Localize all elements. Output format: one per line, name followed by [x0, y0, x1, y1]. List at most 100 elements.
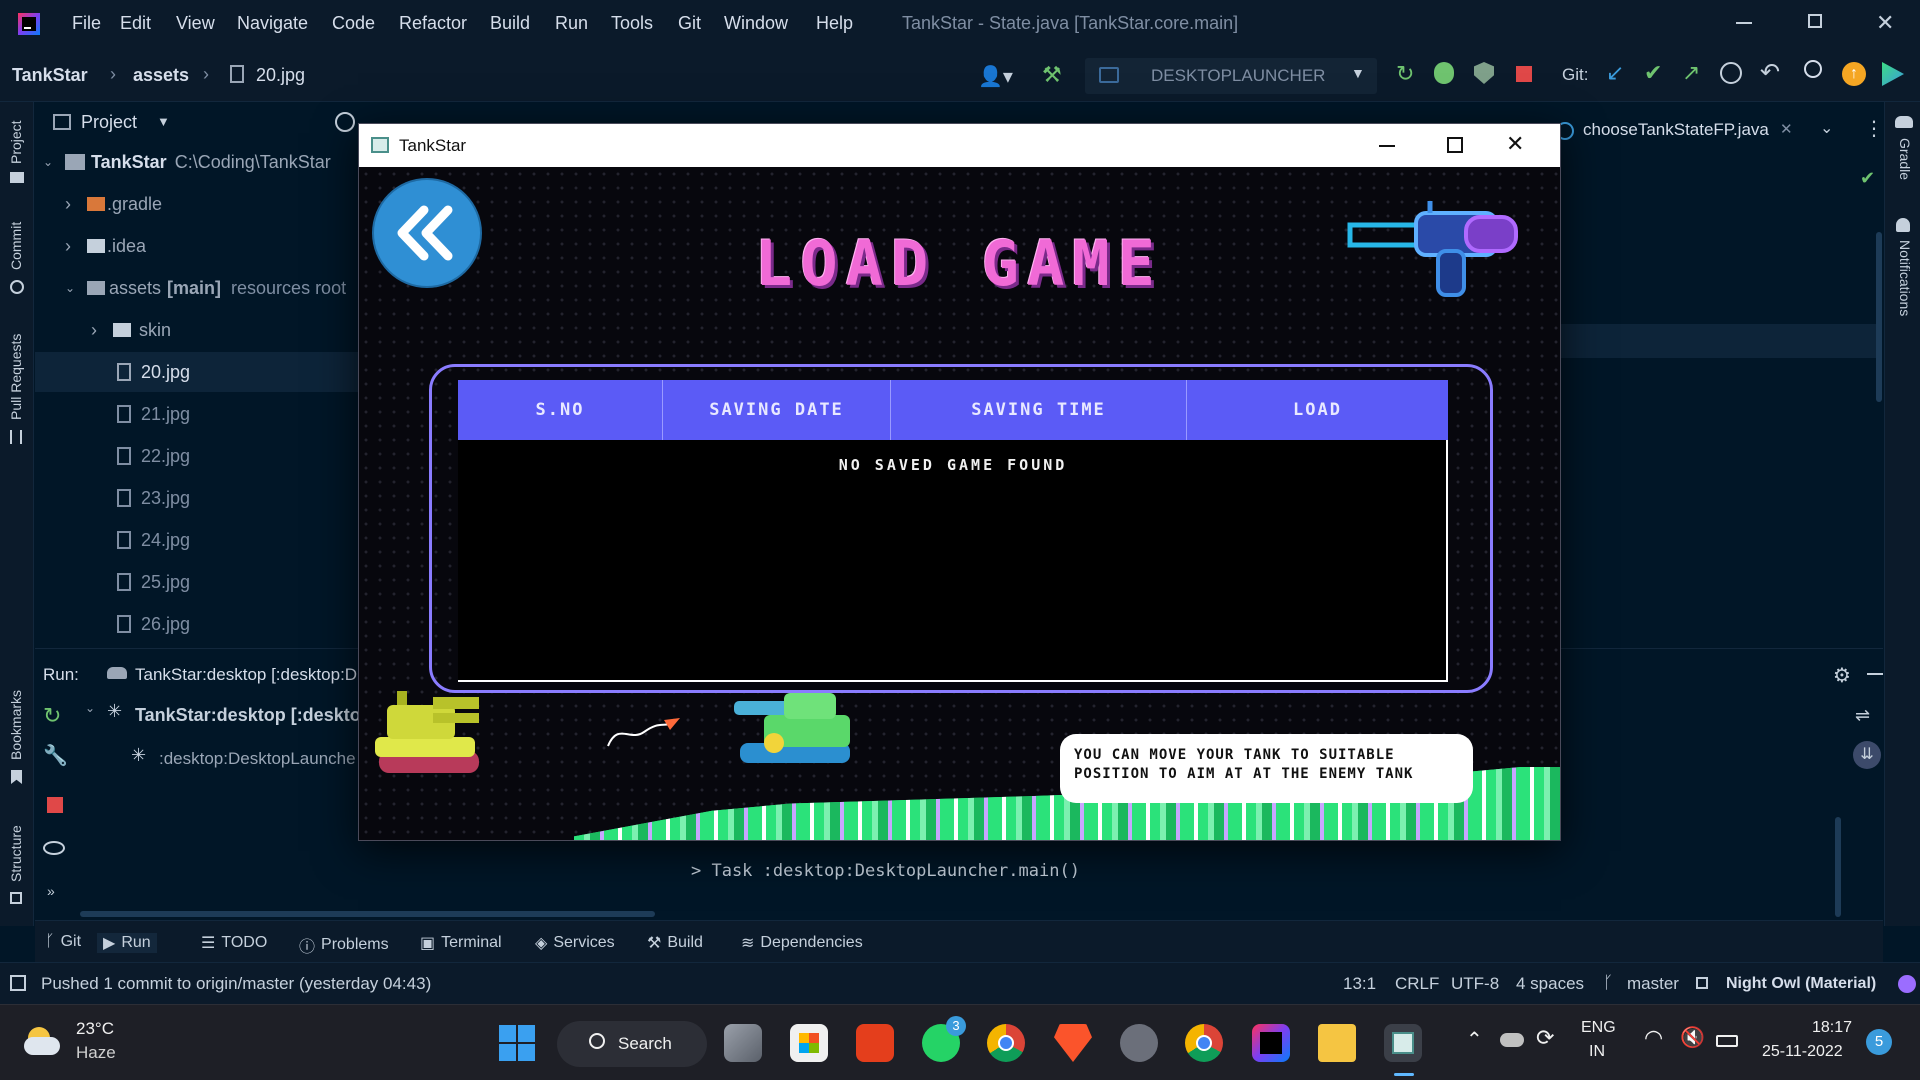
chevron-down-icon[interactable]: ▼ — [157, 114, 170, 129]
tankstar-taskbar-icon[interactable] — [1384, 1024, 1422, 1062]
breadcrumb-folder[interactable]: assets — [133, 65, 189, 86]
clock-date[interactable]: 25-11-2022 — [1762, 1043, 1843, 1061]
breadcrumb-project[interactable]: TankStar — [12, 65, 88, 86]
microsoft-store-icon[interactable] — [790, 1024, 828, 1062]
rerun-icon[interactable]: ↻ — [1396, 61, 1414, 87]
tree-item-file[interactable]: 25.jpg — [35, 562, 360, 602]
eye-icon[interactable] — [43, 841, 65, 855]
tree-item-assets[interactable]: ⌄ assets [main] resources root — [35, 268, 360, 308]
locate-target-icon[interactable] — [335, 112, 355, 132]
menu-edit[interactable]: Edit — [120, 13, 151, 34]
update-available-icon[interactable]: ↑ — [1842, 62, 1866, 86]
menu-code[interactable]: Code — [332, 13, 375, 34]
coverage-icon[interactable] — [1474, 62, 1494, 84]
lock-icon[interactable] — [1696, 977, 1708, 989]
tree-root[interactable]: ⌄ TankStar C:\Coding\TankStar — [35, 142, 360, 182]
battery-icon[interactable] — [1716, 1035, 1738, 1047]
menu-navigate[interactable]: Navigate — [237, 13, 308, 34]
weather-desc[interactable]: Haze — [76, 1043, 116, 1063]
volume-muted-icon[interactable]: 🔇 — [1680, 1025, 1705, 1050]
search-icon[interactable] — [1804, 60, 1822, 78]
whatsapp-icon[interactable]: 3 — [922, 1016, 966, 1062]
run-tree-scrollbar[interactable] — [80, 911, 655, 917]
tool-git[interactable]: ᚴ Git — [45, 933, 81, 951]
intellij-logo-icon[interactable] — [18, 13, 40, 35]
menu-run[interactable]: Run — [555, 13, 588, 34]
tool-todo[interactable]: ☰ TODO — [201, 933, 267, 953]
close-window-button[interactable]: ✕ — [1506, 131, 1524, 157]
wrench-icon[interactable]: 🔧 — [43, 743, 68, 768]
run-config-select[interactable]: DESKTOPLAUNCHER ▼ — [1085, 58, 1377, 94]
office-icon[interactable] — [856, 1024, 894, 1062]
side-tab-commit[interactable]: Commit — [8, 222, 24, 270]
tree-item-file[interactable]: 23.jpg — [35, 478, 360, 518]
rerun-icon[interactable]: ↻ — [43, 703, 61, 729]
soft-wrap-icon[interactable]: ⇌ — [1855, 705, 1870, 726]
side-tab-notifications[interactable]: Notifications — [1897, 240, 1913, 316]
tree-item-file[interactable]: 24.jpg — [35, 520, 360, 560]
minimize-button[interactable] — [1736, 22, 1752, 24]
side-tab-pull-requests[interactable]: Pull Requests — [8, 334, 24, 420]
back-button[interactable] — [374, 180, 480, 286]
tree-item-file[interactable]: 26.jpg — [35, 604, 360, 644]
tool-problems[interactable]: ⓘ Problems — [299, 933, 389, 957]
menu-view[interactable]: View — [176, 13, 215, 34]
debug-bug-icon[interactable] — [1434, 62, 1454, 84]
menu-git[interactable]: Git — [678, 13, 701, 34]
file-encoding[interactable]: UTF-8 — [1451, 974, 1499, 994]
language-secondary[interactable]: IN — [1589, 1043, 1605, 1061]
side-tab-structure[interactable]: Structure — [8, 825, 24, 882]
language-primary[interactable]: ENG — [1581, 1019, 1616, 1037]
search-box[interactable]: Search — [557, 1021, 707, 1067]
line-separator[interactable]: CRLF — [1395, 974, 1439, 994]
git-commit-icon[interactable]: ✔ — [1644, 60, 1662, 86]
hide-panel-icon[interactable] — [1867, 673, 1883, 675]
close-window-button[interactable]: ✕ — [1876, 10, 1894, 36]
chrome-icon[interactable] — [987, 1024, 1025, 1062]
git-update-icon[interactable]: ↙ — [1606, 60, 1624, 86]
settings-gear-icon[interactable]: ⚙ — [1833, 663, 1851, 688]
chevron-up-icon[interactable]: ⌃ — [1466, 1027, 1483, 1052]
side-tab-project[interactable]: Project — [8, 120, 24, 164]
windows-start-icon[interactable] — [499, 1025, 535, 1061]
cursor-position[interactable]: 13:1 — [1343, 974, 1376, 994]
breadcrumb-file[interactable]: 20.jpg — [256, 65, 305, 86]
maximize-button[interactable] — [1447, 137, 1463, 153]
stop-icon[interactable] — [1516, 66, 1532, 82]
notification-count-badge[interactable]: 5 — [1866, 1029, 1892, 1055]
theme-name[interactable]: Night Owl (Material) — [1726, 975, 1876, 993]
menu-help[interactable]: Help — [816, 13, 853, 34]
weather-temp[interactable]: 23°C — [76, 1019, 114, 1039]
more-icon[interactable]: » — [47, 883, 55, 899]
restore-button[interactable] — [1808, 14, 1822, 28]
build-hammer-icon[interactable]: ⚒ — [1042, 62, 1062, 88]
brave-icon[interactable] — [1054, 1024, 1092, 1062]
run-tab-label[interactable]: TankStar:desktop [:desktop:D — [135, 665, 385, 685]
history-clock-icon[interactable] — [1720, 62, 1742, 84]
more-options-icon[interactable]: ⋮ — [1864, 116, 1884, 141]
git-push-icon[interactable]: ↗ — [1682, 60, 1700, 86]
weather-icon[interactable] — [24, 1027, 60, 1055]
console-scrollbar[interactable] — [1835, 817, 1841, 917]
close-tab-icon[interactable]: ✕ — [1780, 120, 1793, 138]
user-icon[interactable]: 👤▾ — [978, 64, 1013, 89]
chevron-down-icon[interactable]: ⌄ — [1820, 118, 1833, 138]
clock-time[interactable]: 18:17 — [1812, 1019, 1852, 1037]
minimize-button[interactable] — [1379, 145, 1395, 147]
tool-terminal[interactable]: ▣ Terminal — [420, 933, 502, 953]
chevron-down-icon[interactable]: ⌄ — [85, 701, 95, 715]
chrome-profile-icon[interactable] — [1185, 1024, 1223, 1062]
wifi-icon[interactable]: ◠ — [1644, 1025, 1663, 1051]
menu-window[interactable]: Window — [724, 13, 788, 34]
tree-item-file[interactable]: 20.jpg — [35, 352, 360, 392]
media-player-icon[interactable] — [1120, 1024, 1158, 1062]
rollback-icon[interactable]: ↶ — [1760, 58, 1780, 87]
tree-item-file[interactable]: 22.jpg — [35, 436, 360, 476]
side-tab-bookmarks[interactable]: Bookmarks — [8, 690, 24, 760]
menu-build[interactable]: Build — [490, 13, 530, 34]
tree-item-gradle[interactable]: › . gradle — [35, 184, 360, 224]
tool-services[interactable]: ◈ Services — [535, 933, 615, 953]
menu-tools[interactable]: Tools — [611, 13, 653, 34]
run-tree-root[interactable]: TankStar:desktop [:deskto — [135, 705, 385, 726]
editor-tab-label[interactable]: chooseTankStateFP.java — [1583, 120, 1769, 140]
